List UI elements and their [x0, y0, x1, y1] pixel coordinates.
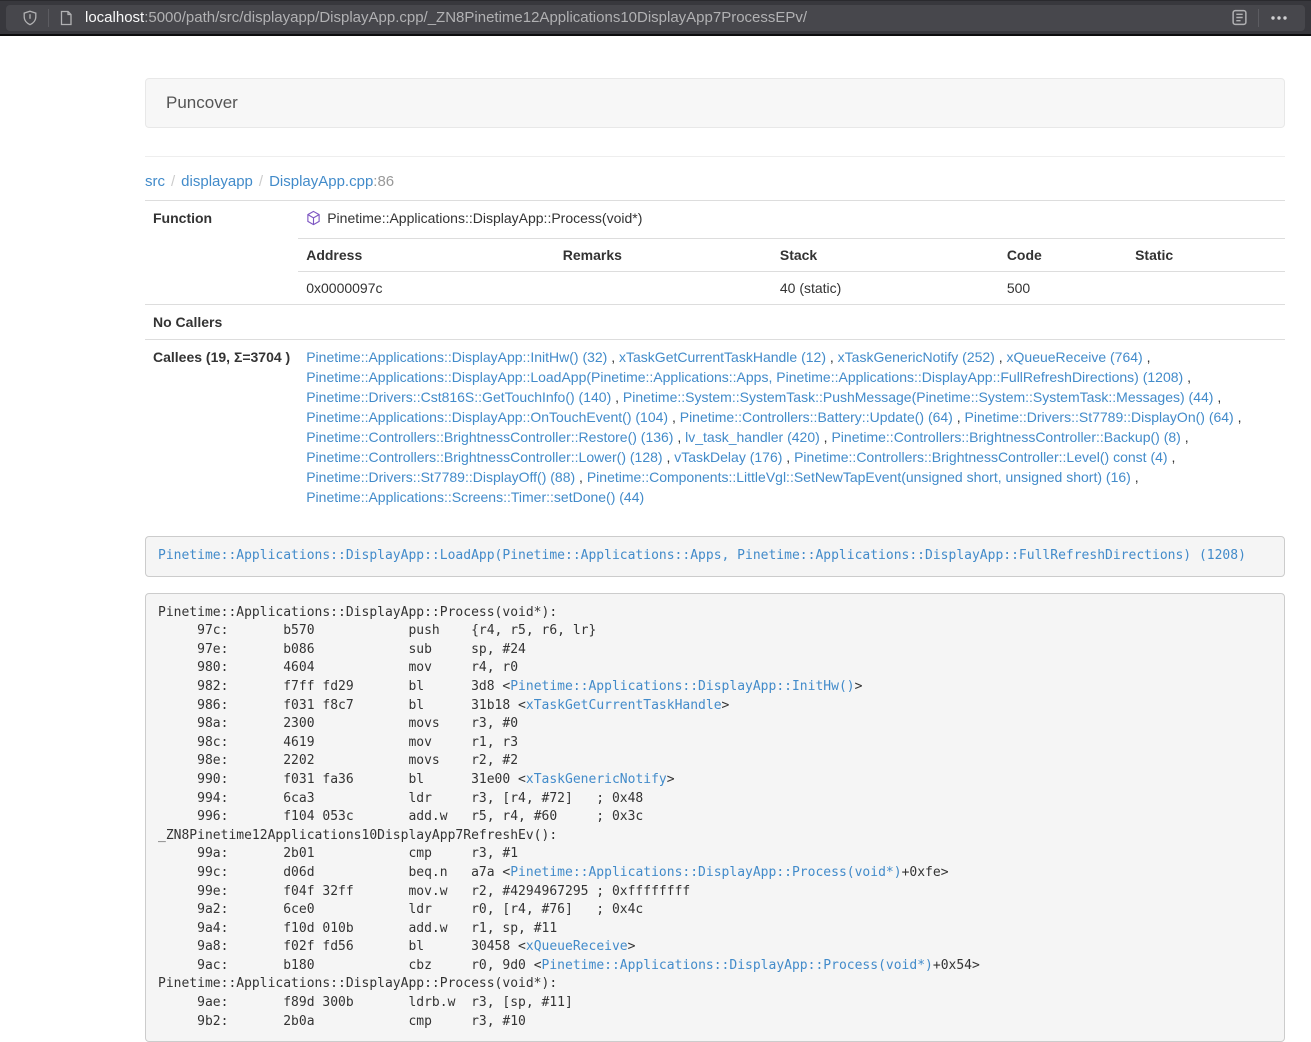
shield-icon[interactable] [16, 10, 44, 26]
breadcrumb-link[interactable]: DisplayApp.cpp [269, 173, 373, 190]
stats-header-row: AddressRemarksStackCodeStatic [298, 239, 1285, 272]
callee-link[interactable]: Pinetime::Controllers::BrightnessControl… [831, 429, 1180, 445]
function-name: Pinetime::Applications::DisplayApp::Proc… [327, 210, 642, 226]
highlighted-symbol-block: Pinetime::Applications::DisplayApp::Load… [145, 536, 1285, 577]
callee-link[interactable]: Pinetime::Drivers::Cst816S::GetTouchInfo… [306, 389, 611, 405]
callee-separator: , [663, 449, 675, 465]
callee-link[interactable]: Pinetime::Controllers::BrightnessControl… [306, 449, 662, 465]
callee-link[interactable]: Pinetime::Applications::DisplayApp::Load… [306, 369, 1183, 385]
asm-symbol-link[interactable]: xQueueReceive [526, 939, 628, 954]
column-header-stack: Stack [772, 239, 999, 272]
callee-link[interactable]: Pinetime::Controllers::BrightnessControl… [794, 449, 1167, 465]
callee-separator: , [1213, 389, 1221, 405]
function-stats-table: AddressRemarksStackCodeStatic 0x0000097c… [298, 239, 1285, 304]
app-header: Puncover [145, 78, 1285, 128]
callee-link[interactable]: xQueueReceive (764) [1007, 349, 1143, 365]
asm-symbol-link[interactable]: xTaskGenericNotify [526, 772, 667, 787]
page-container: Puncover src/displayapp/DisplayApp.cpp:8… [145, 78, 1285, 1042]
breadcrumb-line-number: :86 [373, 173, 394, 190]
breadcrumb-separator: / [253, 173, 269, 190]
asm-symbol-link[interactable]: Pinetime::Applications::DisplayApp::Init… [510, 679, 854, 694]
callee-separator: , [782, 449, 794, 465]
callee-separator: , [1168, 449, 1176, 465]
stat-remarks [555, 272, 772, 305]
header-divider [145, 156, 1285, 157]
callee-separator: , [953, 409, 965, 425]
callee-separator: , [607, 349, 619, 365]
callees-list: Pinetime::Applications::DisplayApp::Init… [298, 340, 1285, 515]
callee-link[interactable]: Pinetime::Drivers::St7789::DisplayOff() … [306, 469, 575, 485]
callee-link[interactable]: xTaskGetCurrentTaskHandle (12) [619, 349, 826, 365]
asm-symbol-link[interactable]: xTaskGetCurrentTaskHandle [526, 698, 722, 713]
callee-separator: , [1183, 369, 1191, 385]
callee-separator: , [673, 429, 685, 445]
stat-address: 0x0000097c [298, 272, 555, 305]
callee-link[interactable]: Pinetime::Applications::Screens::Timer::… [306, 489, 644, 505]
no-callers-label: No Callers [145, 305, 298, 340]
column-header-address: Address [298, 239, 555, 272]
stats-data-row: 0x0000097c 40 (static)500 [298, 272, 1285, 305]
breadcrumb: src/displayapp/DisplayApp.cpp:86 [145, 173, 1285, 190]
callee-link[interactable]: Pinetime::Controllers::Battery::Update()… [680, 409, 953, 425]
url-bar-divider [48, 9, 49, 27]
callee-separator: , [1131, 469, 1139, 485]
toolbar-divider [1258, 9, 1259, 27]
cube-icon [306, 210, 321, 231]
function-table: Function Pinetime::Applications::Display… [145, 200, 1285, 514]
breadcrumb-link[interactable]: src [145, 173, 165, 190]
callee-separator: , [611, 389, 623, 405]
callee-link[interactable]: Pinetime::Controllers::BrightnessControl… [306, 429, 673, 445]
reader-mode-icon[interactable] [1225, 9, 1254, 26]
asm-symbol-link[interactable]: Pinetime::Applications::DisplayApp::Proc… [510, 865, 901, 880]
callee-link[interactable]: Pinetime::Components::LittleVgl::SetNewT… [587, 469, 1131, 485]
asm-symbol-link[interactable]: Pinetime::Applications::DisplayApp::Proc… [542, 958, 933, 973]
callee-separator: , [1181, 429, 1189, 445]
stat-stack: 40 (static) [772, 272, 999, 305]
breadcrumb-link[interactable]: displayapp [181, 173, 253, 190]
column-header-static: Static [1127, 239, 1285, 272]
url-text[interactable]: localhost:5000/path/src/displayapp/Displ… [85, 9, 1225, 26]
callee-link[interactable]: vTaskDelay (176) [674, 449, 782, 465]
callee-separator: , [820, 429, 832, 445]
stat-static [1127, 272, 1285, 305]
browser-bar: localhost:5000/path/src/displayapp/Displ… [0, 0, 1311, 36]
callee-separator: , [575, 469, 587, 485]
url-host: localhost [85, 9, 144, 26]
callees-label: Callees (19, Σ=3704 ) [145, 340, 298, 515]
callers-row: No Callers [145, 305, 1285, 340]
callees-row: Callees (19, Σ=3704 ) Pinetime::Applicat… [145, 340, 1285, 515]
assembly-listing: Pinetime::Applications::DisplayApp::Proc… [145, 593, 1285, 1042]
callee-separator: , [1234, 409, 1242, 425]
breadcrumb-separator: / [165, 173, 181, 190]
callee-separator: , [1143, 349, 1151, 365]
stat-code: 500 [999, 272, 1127, 305]
function-row: Function Pinetime::Applications::Display… [145, 201, 1285, 239]
menu-dots-icon[interactable] [1263, 10, 1295, 26]
function-row-label: Function [145, 201, 298, 305]
url-bar[interactable]: localhost:5000/path/src/displayapp/Displ… [6, 5, 1305, 31]
column-header-remarks: Remarks [555, 239, 772, 272]
page-title: Puncover [166, 93, 238, 112]
callee-separator: , [668, 409, 680, 425]
callee-link[interactable]: Pinetime::System::SystemTask::PushMessag… [623, 389, 1214, 405]
stats-row: AddressRemarksStackCodeStatic 0x0000097c… [145, 239, 1285, 305]
callee-link[interactable]: lv_task_handler (420) [685, 429, 820, 445]
callee-link[interactable]: Pinetime::Applications::DisplayApp::Init… [306, 349, 607, 365]
callee-link[interactable]: Pinetime::Applications::DisplayApp::OnTo… [306, 409, 668, 425]
callers-cell [298, 305, 1285, 340]
url-path: :5000/path/src/displayapp/DisplayApp.cpp… [144, 9, 807, 26]
loadapp-link[interactable]: Pinetime::Applications::DisplayApp::Load… [158, 548, 1246, 563]
callee-separator: , [826, 349, 838, 365]
callee-link[interactable]: Pinetime::Drivers::St7789::DisplayOn() (… [965, 409, 1234, 425]
page-info-icon[interactable] [53, 10, 79, 26]
column-header-code: Code [999, 239, 1127, 272]
callee-separator: , [995, 349, 1007, 365]
callee-link[interactable]: xTaskGenericNotify (252) [838, 349, 995, 365]
